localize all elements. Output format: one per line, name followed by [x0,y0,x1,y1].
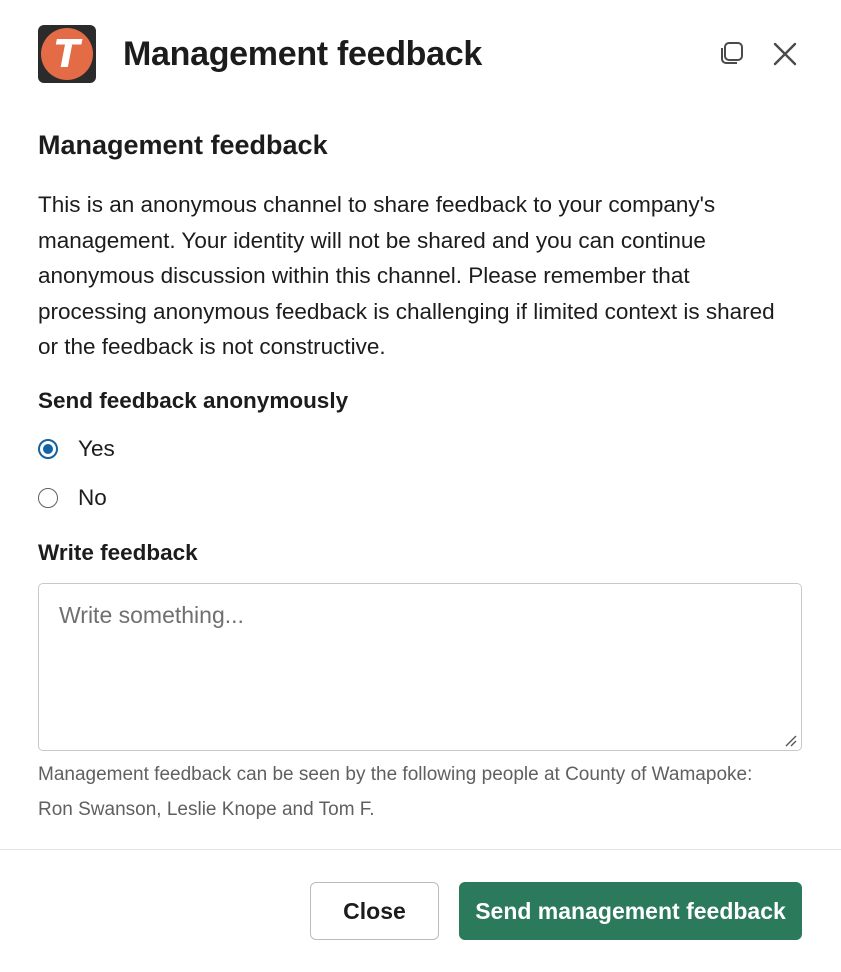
radio-label-no: No [78,485,107,510]
radio-button-yes[interactable] [38,439,58,459]
app-icon: T [38,25,96,83]
radio-label-yes: Yes [78,436,115,461]
footer-divider [0,849,841,850]
radio-option-no[interactable]: No [38,485,107,511]
radio-button-no[interactable] [38,488,58,508]
description-text: This is an anonymous channel to share fe… [38,192,775,359]
feedback-textarea[interactable] [38,583,802,751]
anonymous-label: Send feedback anonymously [38,388,349,413]
resize-handle-icon[interactable] [784,734,798,748]
visibility-help-text: Management feedback can be seen by the f… [38,764,753,820]
copy-icon [721,42,743,64]
close-icon [773,42,797,66]
modal-title: Management feedback [123,34,482,73]
send-feedback-button[interactable]: Send management feedback [459,882,802,940]
section-title: Management feedback [38,130,328,160]
feedback-label: Write feedback [38,540,198,565]
radio-option-yes[interactable]: Yes [38,436,115,462]
feedback-modal: T Management feedback Management feedbac… [0,0,841,972]
app-icon-letter: T [41,28,93,80]
close-modal-button[interactable] [767,36,803,72]
close-button[interactable]: Close [310,882,439,940]
copy-button[interactable] [713,36,749,72]
modal-header: T Management feedback [38,24,803,84]
